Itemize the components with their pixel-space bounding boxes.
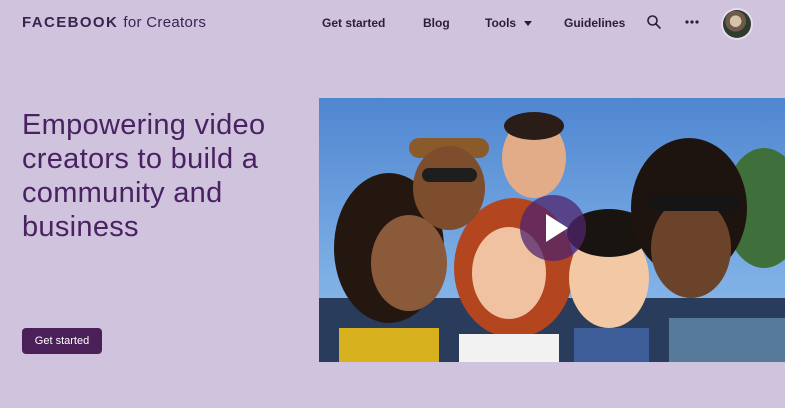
nav-get-started[interactable]: Get started <box>322 16 385 30</box>
play-button[interactable] <box>520 195 586 261</box>
brand-tagline: for Creators <box>123 14 207 31</box>
hero-video[interactable] <box>319 98 785 362</box>
brand-name: FACEBOOK <box>22 14 119 31</box>
chevron-down-icon <box>524 21 533 27</box>
nav-blog[interactable]: Blog <box>423 16 450 30</box>
nav-tools-label: Tools <box>485 16 517 30</box>
get-started-button[interactable]: Get started <box>22 328 102 354</box>
more-icon[interactable] <box>684 14 700 30</box>
search-icon[interactable] <box>646 14 662 30</box>
hero-title: Empowering video creators to build a com… <box>22 109 266 243</box>
nav-tools[interactable]: Tools <box>485 16 533 30</box>
top-navigation: FACEBOOK for Creators Get started Blog T… <box>0 0 785 48</box>
avatar[interactable] <box>723 10 751 38</box>
nav-guidelines[interactable]: Guidelines <box>564 16 625 30</box>
play-icon <box>546 214 568 242</box>
brand-logo[interactable]: FACEBOOK for Creators <box>22 14 206 31</box>
